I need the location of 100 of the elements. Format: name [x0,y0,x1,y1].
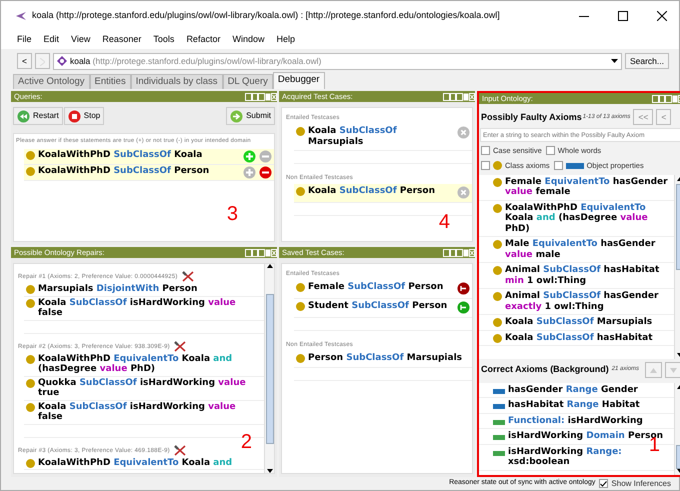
class-icon [26,354,35,364]
axiom-text: Koala SubClassOf hasHabitat [505,332,654,343]
app-icon [15,11,27,21]
object-property-icon [493,404,505,409]
ontology-icon [56,56,67,66]
repair-tools-icon [174,340,186,352]
data-property-icon [493,450,505,456]
scrollbar[interactable] [264,264,274,473]
close-icon [657,11,667,21]
tab[interactable]: Entities [90,74,131,89]
annotation-number: 3 [226,204,238,224]
rewind-icon [17,110,30,122]
axiom-text: Marsupials DisjointWith Person [38,284,198,294]
menu-item[interactable]: Help [270,33,301,47]
check-icon [600,480,608,486]
annotation-number: 4 [438,212,450,232]
stop-icon [68,110,81,122]
search-button[interactable]: Search... [624,53,669,69]
axiom-text: Animal SubClassOf hasHabitat min 1 owl:Thing [505,265,660,286]
axiom-text: Person SubClassOf Marsupials [308,353,464,364]
repair-tools-icon [182,271,194,282]
dropdown-caret-icon [610,59,618,63]
remove-icon[interactable] [457,126,470,139]
axiom-text: KoalaWithPhD SubClassOf Koala [38,150,204,160]
remove-icon[interactable] [457,186,470,199]
axiom-text: Animal SubClassOf hasGender exactly 1 owl:Thing [505,291,660,312]
tab[interactable]: Individuals by class [130,74,223,89]
menu-item[interactable]: Tools [147,33,180,47]
axiom-text: Female SubClassOf Person [308,282,444,292]
scroll-down-icon [266,469,272,473]
class-icon [296,187,305,196]
annotation-number: 2 [240,432,252,452]
class-icon [493,240,502,249]
panel-controls-icon [443,92,475,100]
move-down-button[interactable] [665,362,680,378]
axiom-text: Functional: isHardWorking [508,416,644,426]
class-icon [26,402,35,412]
back-button[interactable]: < [17,53,32,69]
stop-button[interactable]: Stop [64,107,104,125]
class-icon [296,127,305,136]
axiom-text: Koala SubClassOf Marsupials [505,317,654,328]
repair-tools-icon [174,444,186,456]
section-title: Correct Axioms (Background) [481,364,609,375]
menu-item[interactable]: File [11,33,38,47]
panel-controls-icon [652,94,680,102]
panel-controls-icon [245,92,277,100]
axiom-text: hasGender Range Gender [508,384,639,395]
forward-button[interactable] [34,53,50,69]
panel-controls-icon [443,248,475,256]
axiom-text: KoalaWithPhD EquivalentTo Koala and [38,458,234,468]
plus-icon[interactable] [243,150,256,163]
move-up-button[interactable] [645,362,662,378]
axiom-text: Quokka SubClassOf isHardWorking value true [38,378,247,398]
axiom-text: KoalaWithPhD EquivalentTo Koala and (hasDegree value PhD) [38,354,234,374]
section-title: Possibly Faulty Axioms [481,112,582,122]
class-icon [296,302,305,311]
class-icon [296,283,305,292]
class-icon [493,292,502,301]
ontology-address: koala (http://protege.stanford.edu/plugins/owl/owl-library/koala.owl) [70,54,322,68]
object-property-icon [493,388,505,394]
panel-controls-icon [245,248,277,256]
submit-button[interactable]: Submit [226,107,275,125]
menu-item[interactable]: View [65,33,96,47]
menu-item[interactable]: Window [226,33,270,47]
axiom-text: hasHabitat Range Habitat [508,400,641,410]
tab[interactable]: Debugger [272,72,325,89]
axiom-text: KoalaWithPhD SubClassOf Person [38,166,210,176]
address-field[interactable]: koala (http://protege.stanford.edu/plugins/owl/owl-library/koala.owl) [52,52,622,70]
status-marker-icon [457,301,470,314]
menu-item[interactable]: Reasoner [96,33,148,47]
axiom-text: Koala SubClassOf Person [308,186,436,196]
scrollbar-thumb[interactable] [266,294,274,444]
menu-item[interactable]: Refactor [180,33,226,47]
axiom-text: isHardWorking Range: xsd:boolean [508,446,623,468]
axiom-text: KoalaWithPhD EquivalentTo Koala and (hasDegree value PhD) [505,202,649,234]
show-inferences-checkbox[interactable]: Show Inferences [599,478,671,490]
up-arrow-icon [650,368,658,373]
axiom-text: Koala SubClassOf isHardWorking value false [38,298,237,318]
minus-icon[interactable] [259,166,272,179]
data-property-icon [493,435,505,440]
object-property-icon [566,162,584,169]
class-icon [296,354,305,363]
axiom-text: Female EquivalentTo hasGender value female [505,176,669,198]
tab[interactable]: DL Query [222,74,273,89]
axiom-text: Male EquivalentTo hasGender value male [505,239,656,260]
scroll-up-icon [266,264,272,268]
maximize-icon [618,11,628,21]
menu-item[interactable]: Edit [38,33,66,47]
class-icon [493,204,502,212]
axiom-text: Student SubClassOf Person [308,301,448,312]
down-arrow-icon [670,368,678,373]
restart-button[interactable]: Restart [13,107,63,125]
class-icon [26,378,35,388]
window-title: koala (http://protege.stanford.edu/plugins/owl/owl-library/koala.owl) : [http://protege.stanford.edu/ontologies/koala.owl] [32,9,500,22]
data-property-icon [493,420,505,424]
tab[interactable]: Active Ontology [13,74,90,89]
class-icon [26,458,35,468]
axiom-text: Koala SubClassOf Marsupials [308,126,398,147]
status-marker-icon [457,282,470,295]
submit-icon [230,110,244,122]
